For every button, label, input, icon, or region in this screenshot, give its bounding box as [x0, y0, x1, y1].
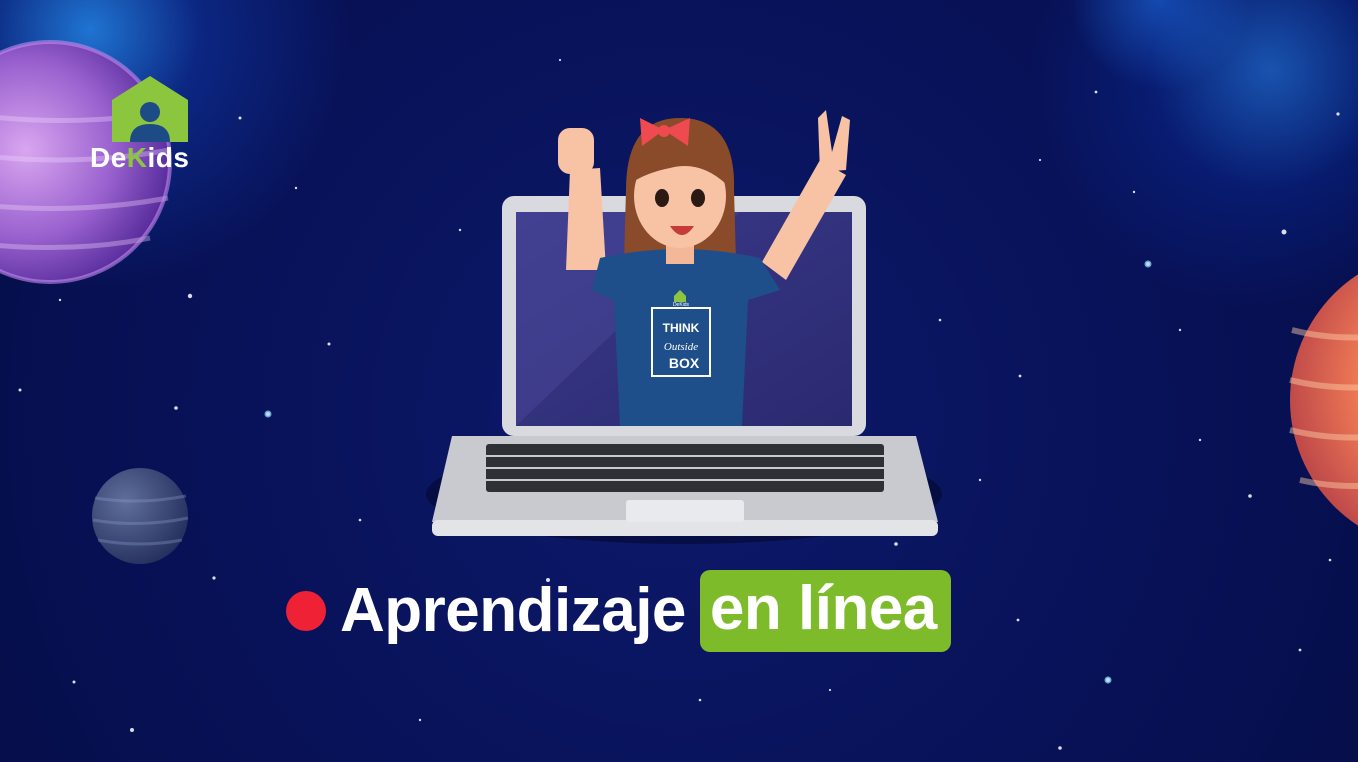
- planet-icon: [1289, 274, 1358, 526]
- brand-name-accent: K: [126, 142, 148, 173]
- dekids-logo: DeKids: [90, 74, 215, 184]
- house-logo-icon: [112, 76, 188, 142]
- brand-name-prefix: De: [90, 142, 127, 173]
- headline: Aprendizaje en línea: [286, 568, 951, 654]
- shirt-text-line2: Outside: [664, 341, 698, 353]
- headline-highlight: en línea: [699, 570, 951, 652]
- live-dot-icon: [286, 591, 326, 631]
- headline-main: Aprendizaje: [340, 576, 686, 645]
- brand-name-suffix: ids: [147, 142, 190, 173]
- brand-name: DeKids: [90, 142, 215, 174]
- planet-icon: [92, 468, 189, 564]
- shirt-text-line3: BOX: [669, 355, 700, 371]
- shirt-text-line1: THINK: [663, 321, 700, 335]
- shirt-brand: DeKids: [673, 302, 690, 308]
